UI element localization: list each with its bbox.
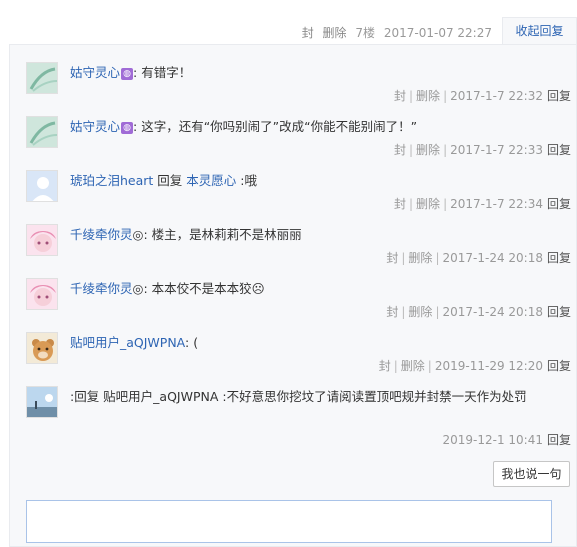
- post-datetime: 2017-01-07 22:27: [383, 26, 492, 40]
- delete-button[interactable]: 删除: [401, 359, 425, 373]
- reply-text: :回复 贴吧用户_aQJWPNA :不好意思你挖坟了请阅读置顶吧规并封禁一天作为…: [70, 389, 527, 404]
- reply-content: 姑守灵心 ◍: 有错字！: [70, 65, 192, 80]
- reply-text: :哦: [236, 173, 257, 188]
- reply-info: 封 | 删除 | 2019-11-29 12:20 回复: [378, 359, 571, 373]
- floor-number: 7楼: [355, 26, 376, 40]
- reply-time: 2017-1-7 22:34: [450, 197, 543, 211]
- delete-button[interactable]: 删除: [323, 26, 347, 40]
- reply-time: 2017-1-7 22:33: [450, 143, 543, 157]
- ban-button[interactable]: 封: [386, 305, 398, 319]
- collapse-replies-button[interactable]: 收起回复: [502, 17, 577, 44]
- list-item: 贴吧用户_aQJWPNA: ( 封 | 删除 | 2019-11-29 12:20 回复: [26, 332, 571, 386]
- reply-text: 这字，还有“你吗别闹了”改成“你能不能别闹了！”: [137, 119, 418, 134]
- delete-button[interactable]: 删除: [416, 197, 440, 211]
- reply-content: 琥珀之泪heart 回复 本灵愿心 :哦: [70, 173, 257, 188]
- reply-content: 千绫牵你灵◎: 楼主，是林莉莉不是林丽丽: [70, 227, 302, 242]
- post-toolbar: 封 删除 7楼 2017-01-07 22:27 收起回复: [0, 0, 577, 44]
- reply-text: 本本佼不是本本狡☹: [147, 281, 265, 296]
- avatar[interactable]: [26, 278, 58, 310]
- delete-button[interactable]: 删除: [416, 89, 440, 103]
- list-item: 千绫牵你灵◎: 楼主，是林莉莉不是林丽丽 封 | 删除 | 2017-1-24 20:1…: [26, 224, 571, 278]
- ban-button[interactable]: 封: [394, 197, 406, 211]
- reply-content: 千绫牵你灵◎: 本本佼不是本本狡☹: [70, 281, 265, 296]
- delete-button[interactable]: 删除: [416, 143, 440, 157]
- ban-button[interactable]: 封: [379, 359, 391, 373]
- reply-time: 2017-1-7 22:32: [450, 89, 543, 103]
- ban-button[interactable]: 封: [394, 89, 406, 103]
- add-comment-button[interactable]: 我也说一句: [493, 461, 570, 487]
- reply-time: 2019-11-29 12:20: [434, 359, 543, 373]
- reply-time: 2017-1-24 20:18: [442, 305, 543, 319]
- post-meta: 封 删除 7楼 2017-01-07 22:27: [297, 24, 492, 41]
- reply-button[interactable]: 回复: [547, 359, 571, 373]
- ban-button[interactable]: 封: [302, 26, 314, 40]
- list-item: 千绫牵你灵◎: 本本佼不是本本狡☹ 封 | 删除 | 2017-1-24 20:18 回复: [26, 278, 571, 332]
- reply-time: 2017-1-24 20:18: [442, 251, 543, 265]
- reply-info: 封 | 删除 | 2017-1-24 20:18 回复: [386, 251, 571, 265]
- avatar[interactable]: [26, 170, 58, 202]
- reply-button[interactable]: 回复: [547, 89, 571, 103]
- reply-button[interactable]: 回复: [547, 433, 571, 447]
- avatar[interactable]: [26, 116, 58, 148]
- reply-info: 封 | 删除 | 2017-1-7 22:33 回复: [393, 143, 571, 157]
- reply-button[interactable]: 回复: [547, 197, 571, 211]
- member-badge-icon: ◍: [121, 122, 134, 134]
- reply-content: 贴吧用户_aQJWPNA: (: [70, 335, 199, 350]
- reply-input[interactable]: [26, 500, 552, 543]
- delete-button[interactable]: 删除: [408, 251, 432, 265]
- list-item: 琥珀之泪heart 回复 本灵愿心 :哦 封 | 删除 | 2017-1-7 22:34…: [26, 170, 571, 224]
- list-item: 姑守灵心 ◍: 这字，还有“你吗别闹了”改成“你能不能别闹了！” 封 | 删除 | 201…: [26, 116, 571, 170]
- user-mark-icon: ◎: [132, 227, 144, 242]
- username-link[interactable]: 千绫牵你灵: [70, 227, 133, 242]
- avatar[interactable]: [26, 224, 58, 256]
- reply-text: (: [189, 335, 199, 350]
- username-link[interactable]: 琥珀之泪heart: [70, 173, 153, 188]
- user-mark-icon: ◎: [132, 281, 144, 296]
- reply-button[interactable]: 回复: [547, 143, 571, 157]
- avatar[interactable]: [26, 386, 58, 418]
- delete-button[interactable]: 删除: [408, 305, 432, 319]
- reply-text: 楼主，是林莉莉不是林丽丽: [147, 227, 302, 242]
- username-link[interactable]: 千绫牵你灵: [70, 281, 133, 296]
- ban-button[interactable]: 封: [394, 143, 406, 157]
- reply-info: 封 | 删除 | 2017-1-7 22:32 回复: [393, 89, 571, 103]
- reply-text: 有错字！: [137, 65, 192, 80]
- reply-content: :回复 贴吧用户_aQJWPNA :不好意思你挖坟了请阅读置顶吧规并封禁一天作为…: [70, 387, 570, 407]
- reply-button[interactable]: 回复: [547, 305, 571, 319]
- list-item: :回复 贴吧用户_aQJWPNA :不好意思你挖坟了请阅读置顶吧规并封禁一天作为…: [26, 386, 571, 452]
- avatar[interactable]: [26, 332, 58, 364]
- member-badge-icon: ◍: [121, 68, 134, 80]
- ban-button[interactable]: 封: [386, 251, 398, 265]
- reply-info: 2019-12-1 10:41 回复: [442, 431, 571, 448]
- reply-button[interactable]: 回复: [547, 251, 571, 265]
- list-item: 姑守灵心 ◍: 有错字！ 封 | 删除 | 2017-1-7 22:32 回复: [26, 62, 571, 116]
- avatar[interactable]: [26, 62, 58, 94]
- reply-info: 封 | 删除 | 2017-1-24 20:18 回复: [386, 305, 571, 319]
- username-link[interactable]: 贴吧用户_aQJWPNA: [70, 335, 185, 350]
- reply-panel: 姑守灵心 ◍: 有错字！ 封 | 删除 | 2017-1-7 22:32 回复 姑守灵心 ◍:…: [9, 44, 577, 547]
- username-link[interactable]: 姑守灵心: [70, 65, 120, 80]
- reply-time: 2019-12-1 10:41: [442, 433, 543, 447]
- reply-target-link[interactable]: 本灵愿心: [186, 173, 236, 188]
- reply-info: 封 | 删除 | 2017-1-7 22:34 回复: [393, 197, 571, 211]
- reply-content: 姑守灵心 ◍: 这字，还有“你吗别闹了”改成“你能不能别闹了！”: [70, 119, 418, 134]
- username-link[interactable]: 姑守灵心: [70, 119, 120, 134]
